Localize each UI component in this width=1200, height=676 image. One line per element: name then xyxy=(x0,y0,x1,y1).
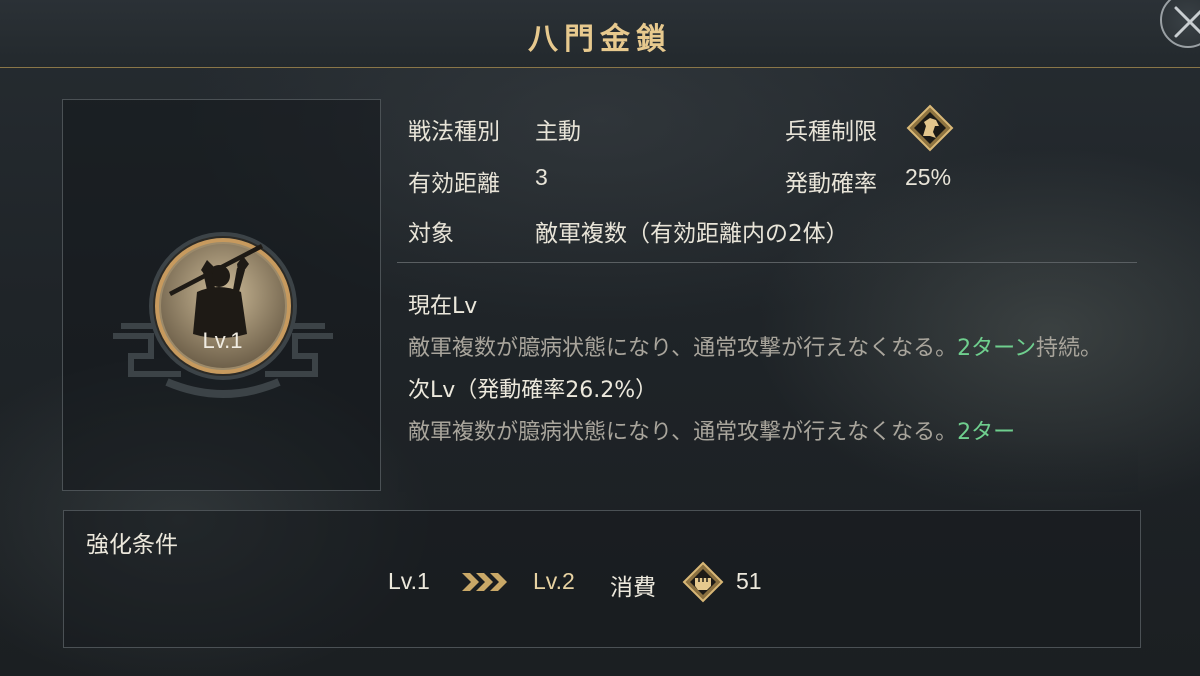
triple-chevron-right-icon xyxy=(460,571,510,599)
target-value: 敵軍複数（有効距離内の2体） xyxy=(535,221,849,247)
activation-rate-value: 25% xyxy=(905,164,952,190)
scroll-fade xyxy=(398,440,1138,492)
next-level-heading: 次Lv（発動確率26.2%） xyxy=(408,378,658,403)
close-x-icon xyxy=(1174,6,1200,38)
from-level: Lv.1 xyxy=(388,568,430,594)
cost-value: 51 xyxy=(736,568,762,594)
upgrade-panel: 強化条件 Lv.1 Lv.2 消費 51 xyxy=(63,510,1141,648)
troop-limit-label: 兵種制限 xyxy=(785,119,877,145)
skill-level-label: Lv.1 xyxy=(202,328,243,353)
horse-icon[interactable] xyxy=(906,104,954,158)
upgrade-title: 強化条件 xyxy=(86,532,178,558)
current-tail: 持続。 xyxy=(1036,336,1103,361)
page-title: 八門金鎖 xyxy=(528,22,672,57)
to-level: Lv.2 xyxy=(533,568,575,594)
range-label: 有効距離 xyxy=(408,171,500,197)
skill-stats: 戦法種別 主動 兵種制限 有効距離 3 発動確率 25% 対象 敵軍複数（有効距… xyxy=(408,104,1148,248)
upgrade-cost-row: Lv.1 Lv.2 消費 51 xyxy=(64,561,1142,603)
current-duration-highlight: 2ターン xyxy=(957,336,1037,361)
divider xyxy=(397,262,1137,263)
range-value: 3 xyxy=(535,164,548,190)
activation-rate-label: 発動確率 xyxy=(785,171,877,197)
title-bar: 八門金鎖 xyxy=(0,0,1200,68)
type-value: 主動 xyxy=(535,119,581,145)
target-label: 対象 xyxy=(408,221,454,247)
current-body: 敵軍複数が臆病状態になり、通常攻撃が行えなくなる。 xyxy=(408,336,958,361)
current-level-text: 敵軍複数が臆病状態になり、通常攻撃が行えなくなる。2ターン持続。 xyxy=(408,328,1138,370)
type-label: 戦法種別 xyxy=(408,119,500,145)
current-level-heading: 現在Lv xyxy=(408,294,478,319)
cost-label: 消費 xyxy=(610,575,656,601)
fist-badge-icon xyxy=(682,561,724,609)
skill-icon-panel: Lv.1 xyxy=(62,99,381,491)
skill-emblem xyxy=(111,206,335,406)
